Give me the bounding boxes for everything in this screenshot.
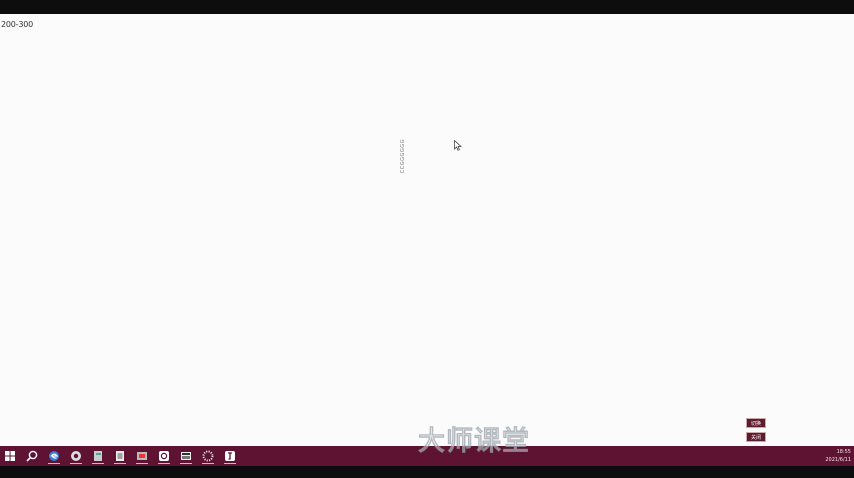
app-icon-1[interactable] [68, 448, 84, 464]
bottom-frame [0, 466, 854, 478]
app-icon-6[interactable] [178, 448, 194, 464]
vertical-text: CCGGGGGG [400, 139, 406, 174]
system-clock[interactable]: 18:55 2021/6/11 [811, 448, 851, 464]
app-icon-2[interactable] [90, 448, 106, 464]
close-button[interactable]: 关闭 [746, 432, 766, 442]
app-icon-4[interactable] [134, 448, 150, 464]
corner-label: 200-300 [1, 20, 34, 29]
search-icon[interactable] [24, 448, 40, 464]
app-icon-5[interactable] [156, 448, 172, 464]
app-icon-3[interactable] [112, 448, 128, 464]
drawing-canvas[interactable]: 200-300 CCGGGGGG [0, 14, 854, 446]
clock-date: 2021/6/11 [825, 457, 851, 463]
mouse-cursor-icon [454, 140, 462, 151]
switch-button[interactable]: 切换 [746, 418, 766, 428]
app-icon-8[interactable] [222, 448, 238, 464]
start-icon[interactable] [2, 448, 18, 464]
watermark-logo: 大师课堂 [418, 426, 530, 457]
edge-icon[interactable] [46, 448, 62, 464]
app-icon-7[interactable] [200, 448, 216, 464]
clock-time: 18:55 [836, 449, 851, 455]
